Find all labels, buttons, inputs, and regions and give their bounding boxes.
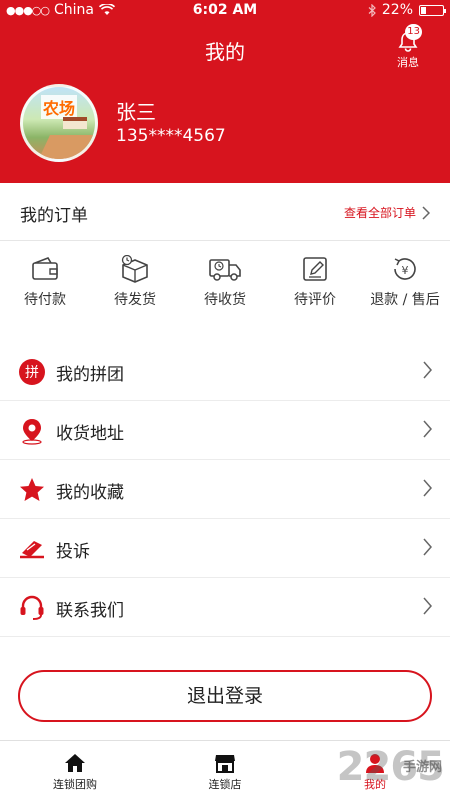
- group-buy-icon: 拼: [19, 359, 45, 385]
- chevron-right-icon: [423, 479, 432, 497]
- view-all-orders-label: 查看全部订单: [343, 206, 416, 220]
- battery-level: [421, 6, 426, 14]
- battery-percent: 22%: [381, 2, 413, 18]
- avatar-path: [36, 135, 95, 159]
- order-status-bar: 待付款 待发货 待收货 待评价 ¥ 退款 / 售后: [0, 242, 450, 322]
- order-pending-receipt[interactable]: 待收货: [180, 242, 270, 322]
- status-bar: ●●●○○ China 6:02 AM 22%: [0, 0, 450, 22]
- logout-button[interactable]: 退出登录: [18, 670, 432, 722]
- package-icon: [121, 255, 148, 283]
- menu-item-label: 收货地址: [56, 424, 124, 444]
- avatar[interactable]: 农场: [20, 84, 98, 162]
- home-icon: [65, 754, 85, 772]
- menu-item-group-buy[interactable]: 拼 我的拼团: [0, 342, 450, 401]
- messages-badge: 13: [405, 24, 422, 40]
- user-phone: 135****4567: [116, 126, 226, 146]
- order-status-label: 待收货: [204, 292, 246, 308]
- headset-icon: [20, 595, 44, 620]
- watermark-sub: 手游网: [402, 760, 442, 775]
- menu-item-address[interactable]: 收货地址: [0, 401, 450, 460]
- tab-label: 连锁店: [208, 778, 242, 791]
- truck-icon: [209, 259, 241, 281]
- tab-label: 连锁团购: [53, 778, 97, 791]
- order-refund-aftersale[interactable]: ¥ 退款 / 售后: [360, 242, 450, 322]
- review-icon: [303, 257, 327, 281]
- location-pin-icon: [22, 419, 42, 445]
- menu-item-label: 投诉: [56, 542, 90, 562]
- svg-text:拼: 拼: [25, 365, 39, 381]
- menu-item-label: 我的收藏: [56, 483, 124, 503]
- messages-button[interactable]: 13 消息: [390, 24, 426, 70]
- order-pending-shipment[interactable]: 待发货: [90, 242, 180, 322]
- orders-title: 我的订单: [20, 206, 88, 226]
- chevron-right-icon: [423, 538, 432, 556]
- order-pending-payment[interactable]: 待付款: [0, 242, 90, 322]
- tab-chain-group-buy[interactable]: 连锁团购: [0, 741, 150, 800]
- chevron-right-icon: [422, 205, 430, 220]
- view-all-orders-link[interactable]: 查看全部订单: [344, 204, 430, 221]
- menu-item-complaint[interactable]: 投诉: [0, 519, 450, 578]
- order-status-label: 待发货: [114, 292, 156, 308]
- section-gap: [0, 322, 450, 342]
- avatar-house: [63, 117, 87, 129]
- order-status-label: 退款 / 售后: [370, 292, 440, 308]
- chevron-right-icon: [423, 361, 432, 379]
- order-pending-review[interactable]: 待评价: [270, 242, 360, 322]
- menu-item-favorites[interactable]: 我的收藏: [0, 460, 450, 519]
- svg-text:¥: ¥: [402, 264, 409, 277]
- avatar-text: 农场: [41, 95, 78, 119]
- chevron-right-icon: [423, 420, 432, 438]
- menu-item-label: 我的拼团: [56, 365, 124, 385]
- user-name: 张三: [116, 100, 156, 124]
- battery-icon: [419, 4, 446, 16]
- profile-header: ●●●○○ China 6:02 AM 22% 我的 13 消息 农场 张三 1…: [0, 0, 450, 183]
- messages-label: 消息: [397, 56, 419, 69]
- tab-chain-store[interactable]: 连锁店: [150, 741, 300, 800]
- order-status-label: 待付款: [24, 292, 66, 308]
- status-right: 22%: [368, 2, 446, 18]
- store-icon: [215, 755, 235, 773]
- refund-icon: ¥: [394, 258, 416, 280]
- star-icon: [20, 478, 44, 501]
- menu-list: 拼 我的拼团 收货地址 我的收藏 投诉 联系我们: [0, 342, 450, 637]
- menu-item-label: 联系我们: [56, 601, 124, 621]
- bluetooth-icon: [368, 3, 376, 17]
- page-title: 我的: [205, 40, 245, 64]
- wallet-icon: [32, 257, 58, 280]
- orders-header: 我的订单 查看全部订单: [0, 183, 450, 241]
- menu-item-contact[interactable]: 联系我们: [0, 578, 450, 637]
- order-status-label: 待评价: [294, 292, 336, 308]
- chevron-right-icon: [423, 597, 432, 615]
- complaint-icon: [20, 541, 44, 559]
